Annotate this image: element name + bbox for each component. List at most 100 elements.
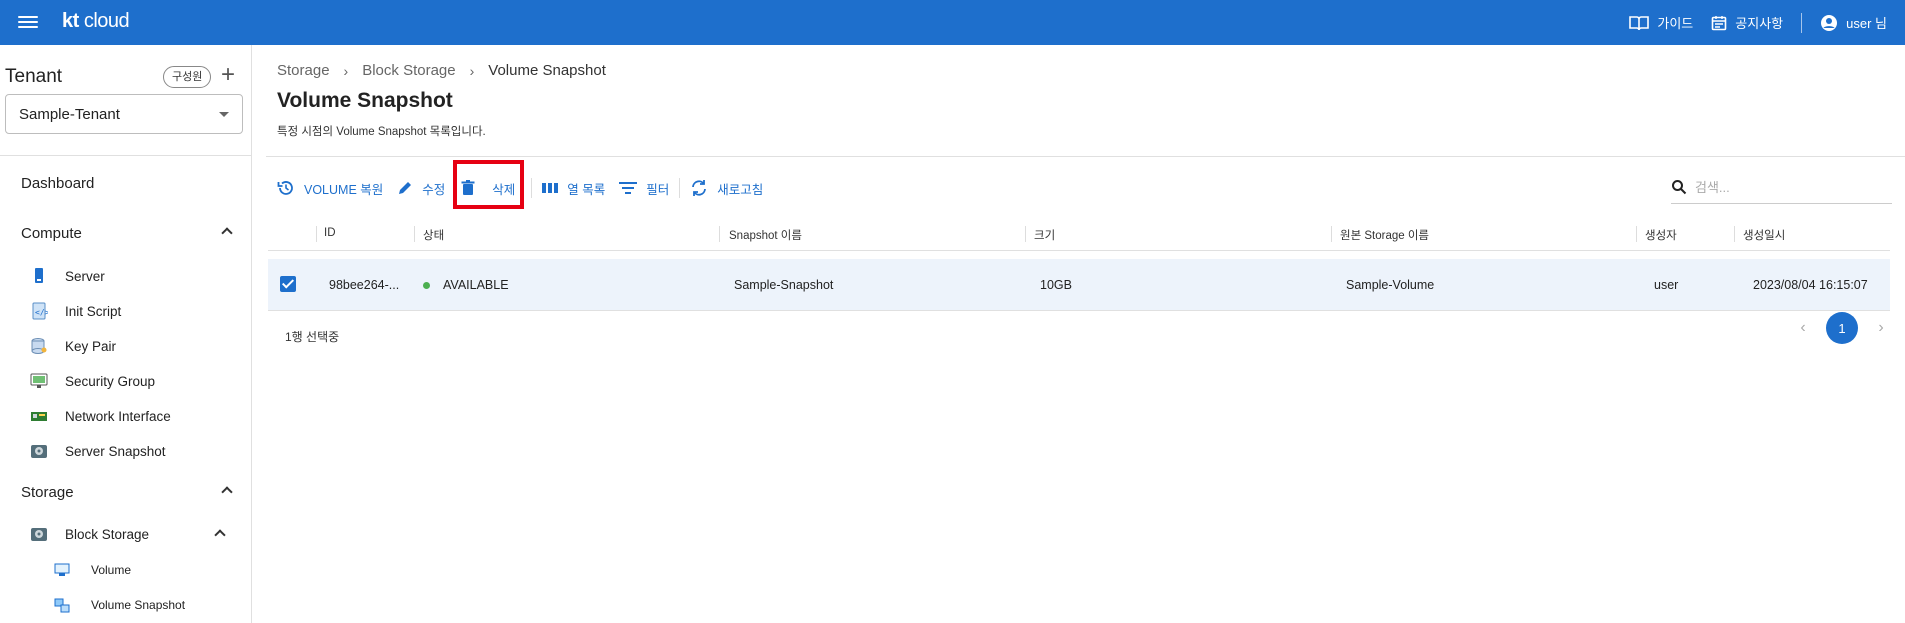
- breadcrumb-storage[interactable]: Storage: [277, 62, 330, 79]
- cell-creator: user: [1654, 278, 1679, 292]
- column-divider: [1636, 226, 1637, 242]
- tenant-header: Tenant 구성원 +: [5, 63, 240, 89]
- sidebar-section-storage[interactable]: Storage: [21, 484, 233, 501]
- columns-label: 열 목록: [567, 182, 606, 197]
- edit-button[interactable]: 수정: [397, 175, 445, 201]
- sidebar-item-label: Block Storage: [65, 526, 150, 542]
- key-pair-icon: [30, 337, 48, 355]
- network-interface-icon: [30, 407, 48, 425]
- restore-label: VOLUME 복원: [304, 182, 384, 197]
- refresh-icon: [692, 180, 707, 196]
- sidebar-item-server[interactable]: Server: [30, 265, 105, 287]
- cell-size: 10GB: [1040, 278, 1072, 292]
- top-right-menu: 가이드 공지사항 user 님: [1629, 0, 1887, 45]
- cell-source-storage: Sample-Volume: [1346, 278, 1435, 292]
- svg-text:</>: </>: [35, 308, 48, 317]
- logo-cloud: cloud: [83, 10, 130, 32]
- row-checkbox[interactable]: [280, 276, 296, 292]
- sidebar-item-label: Init Script: [65, 303, 122, 319]
- filter-label: 필터: [646, 182, 670, 197]
- cell-id: 98bee264-...: [329, 278, 400, 292]
- sidebar-section-compute[interactable]: Compute: [21, 225, 233, 242]
- highlight-box: [453, 160, 524, 209]
- column-divider: [1331, 226, 1332, 242]
- cell-created-at: 2023/08/04 16:15:07: [1753, 278, 1868, 292]
- storage-label: Storage: [21, 484, 74, 501]
- column-divider: [414, 226, 415, 242]
- sidebar-item-key-pair[interactable]: Key Pair: [30, 335, 116, 357]
- user-label: user 님: [1846, 16, 1887, 31]
- chevron-right-icon[interactable]: ›: [1864, 319, 1898, 337]
- main-content: Storage › Block Storage › Volume Snapsho…: [253, 45, 1905, 623]
- sidebar-item-init-script[interactable]: </> Init Script: [30, 300, 121, 322]
- status-dot-icon: [423, 282, 430, 289]
- search-input[interactable]: [1695, 179, 1875, 195]
- filter-button[interactable]: 필터: [619, 175, 669, 201]
- sidebar-item-block-storage[interactable]: Block Storage: [30, 523, 230, 545]
- notice-link[interactable]: 공지사항: [1711, 13, 1783, 32]
- sidebar-item-security-group[interactable]: Security Group: [30, 370, 155, 392]
- chevron-right-icon: ›: [469, 62, 475, 79]
- user-menu[interactable]: user 님: [1820, 13, 1887, 32]
- chevron-up-icon: [221, 227, 233, 239]
- tenant-select[interactable]: Sample-Tenant: [5, 94, 243, 134]
- kt-cloud-logo[interactable]: kt cloud: [62, 10, 130, 33]
- selection-count: 1행 선택중: [285, 330, 340, 344]
- sidebar-item-server-snapshot[interactable]: Server Snapshot: [30, 440, 166, 462]
- sidebar-divider: [0, 155, 252, 156]
- chevron-left-icon[interactable]: ‹: [1786, 319, 1820, 337]
- restore-volume-button[interactable]: VOLUME 복원: [277, 175, 383, 201]
- breadcrumb-block-storage[interactable]: Block Storage: [362, 62, 455, 79]
- block-storage-icon: [30, 525, 48, 543]
- page-description: 특정 시점의 Volume Snapshot 목록입니다.: [277, 126, 486, 138]
- sidebar-item-dashboard[interactable]: Dashboard: [21, 175, 231, 192]
- column-header-created-at[interactable]: 생성일시: [1743, 227, 1785, 243]
- refresh-button[interactable]: 새로고침: [690, 175, 763, 201]
- columns-button[interactable]: 열 목록: [542, 175, 605, 201]
- sidebar-item-volume-snapshot[interactable]: Volume Snapshot: [54, 595, 185, 615]
- toolbar-divider: [679, 178, 681, 198]
- filter-icon: [619, 182, 638, 194]
- volume-snapshot-icon: [54, 598, 70, 613]
- table-header: ID 상태 Snapshot 이름 크기 원본 Storage 이름 생성자 생…: [268, 217, 1890, 251]
- view-column-icon: [542, 183, 559, 193]
- compute-label: Compute: [21, 225, 82, 242]
- sidebar-item-label: Server: [65, 268, 105, 284]
- column-header-id[interactable]: ID: [324, 227, 336, 239]
- guide-link[interactable]: 가이드: [1629, 13, 1693, 32]
- column-header-size[interactable]: 크기: [1034, 227, 1055, 243]
- add-tenant-icon[interactable]: +: [221, 63, 235, 87]
- book-icon: [1629, 15, 1650, 30]
- cell-status: AVAILABLE: [423, 278, 509, 292]
- tenant-select-value: Sample-Tenant: [19, 105, 120, 123]
- page-number-current[interactable]: 1: [1826, 312, 1858, 344]
- top-divider: [1801, 12, 1803, 33]
- member-chip[interactable]: 구성원: [163, 66, 212, 88]
- sidebar-item-label: Key Pair: [65, 338, 117, 354]
- column-header-status[interactable]: 상태: [423, 227, 444, 243]
- table-row[interactable]: 98bee264-... AVAILABLE Sample-Snapshot 1…: [268, 259, 1890, 311]
- chevron-up-icon: [214, 529, 226, 541]
- dropdown-caret-icon: [219, 112, 229, 117]
- column-header-creator[interactable]: 생성자: [1645, 227, 1677, 243]
- title-divider: [266, 156, 1905, 157]
- sidebar-item-label: Security Group: [65, 373, 156, 389]
- sidebar-item-volume[interactable]: Volume: [54, 560, 131, 580]
- pagination: ‹ 1 ›: [1786, 311, 1898, 345]
- pencil-icon: [399, 182, 412, 194]
- server-icon: [30, 267, 48, 285]
- sidebar-item-label: Network Interface: [65, 408, 171, 424]
- sidebar-item-network-interface[interactable]: Network Interface: [30, 405, 171, 427]
- volume-icon: [54, 563, 70, 577]
- sidebar-item-label: Volume: [91, 563, 132, 577]
- column-header-source-storage[interactable]: 원본 Storage 이름: [1340, 227, 1429, 243]
- column-divider: [1025, 226, 1026, 242]
- column-header-snapshot-name[interactable]: Snapshot 이름: [729, 227, 802, 243]
- hamburger-menu-icon[interactable]: [18, 13, 38, 31]
- script-icon: </>: [30, 302, 50, 320]
- search-box: [1671, 171, 1892, 204]
- dashboard-label: Dashboard: [21, 175, 95, 192]
- refresh-label: 새로고침: [717, 182, 764, 197]
- top-bar: kt cloud 가이드 공지사항 user 님: [0, 0, 1905, 45]
- status-text: AVAILABLE: [443, 278, 509, 292]
